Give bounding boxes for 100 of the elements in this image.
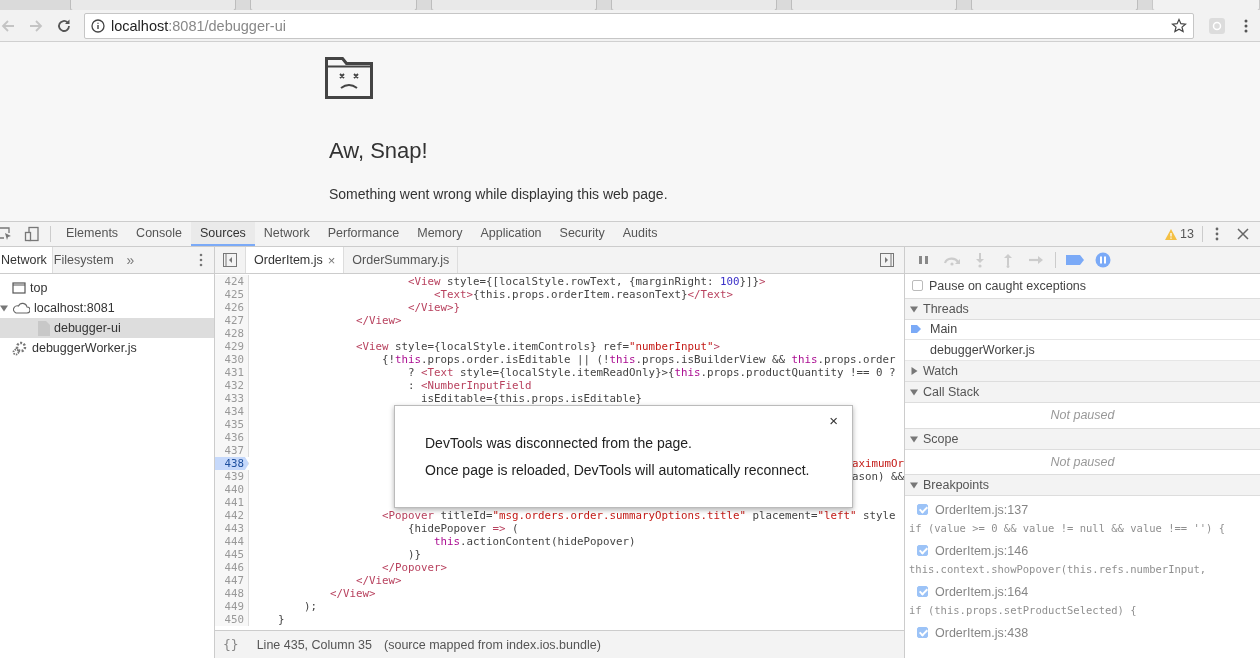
inspect-icon[interactable]: [0, 226, 12, 242]
line-number[interactable]: 438: [215, 457, 249, 470]
line-number[interactable]: 437: [215, 444, 249, 457]
line-number[interactable]: 450: [215, 613, 249, 626]
line-number[interactable]: 439: [215, 470, 249, 483]
sidebar-toggle-icon[interactable]: [223, 253, 237, 267]
line-number[interactable]: 446: [215, 561, 249, 574]
tree-item[interactable]: debugger-ui: [0, 318, 214, 338]
line-number[interactable]: 434: [215, 405, 249, 418]
navigator-tab[interactable]: Network: [0, 247, 53, 273]
line-number[interactable]: 444: [215, 535, 249, 548]
menu-icon[interactable]: [1213, 226, 1221, 242]
code-line: aximumOr: [852, 457, 904, 470]
browser-tab[interactable]: [1151, 0, 1260, 10]
dialog-message: Once page is reloaded, DevTools will automatically reconnect.: [425, 462, 810, 478]
panel-tab[interactable]: Network: [254, 222, 319, 246]
warning-icon[interactable]: [1165, 228, 1178, 240]
expand-arrow-icon[interactable]: [910, 304, 918, 313]
menu-icon[interactable]: [198, 252, 204, 268]
pause-on-exceptions-icon[interactable]: [1094, 252, 1112, 268]
code-line: ason) &&: [852, 470, 904, 483]
expand-arrow-icon[interactable]: [910, 388, 918, 397]
error-message: Something went wrong while displaying this web page.: [329, 186, 668, 202]
line-number[interactable]: 426: [215, 301, 249, 314]
sidebar-toggle-icon[interactable]: [880, 253, 894, 267]
line-number[interactable]: 429: [215, 340, 249, 353]
tree-item[interactable]: debuggerWorker.js: [0, 338, 214, 358]
close-tab-button[interactable]: ×: [327, 252, 336, 268]
line-number[interactable]: 448: [215, 587, 249, 600]
breakpoints-toggle-icon[interactable]: [1066, 252, 1084, 268]
line-number[interactable]: 449: [215, 600, 249, 613]
line-number[interactable]: 433: [215, 392, 249, 405]
thread-item[interactable]: Main: [905, 319, 1260, 341]
code-line: {hidePopover => (: [407, 522, 519, 535]
source-map-note: (source mapped from index.ios.bundle): [384, 637, 601, 652]
pretty-print-button[interactable]: {}: [223, 637, 239, 652]
code-line: {!this.props.order.isEditable || (!this.props.isBuilderView && this.props.order: [381, 353, 896, 366]
breakpoint-code: if (this.props.setProductSelected) {: [909, 602, 1138, 618]
more-tabs-button[interactable]: »: [118, 252, 143, 268]
expand-arrow-icon[interactable]: [910, 367, 918, 376]
browser-tab[interactable]: [70, 0, 237, 10]
tree-item[interactable]: top: [0, 278, 214, 298]
close-icon[interactable]: [1237, 228, 1249, 240]
line-number[interactable]: 445: [215, 548, 249, 561]
line-number[interactable]: 430: [215, 353, 249, 366]
line-number[interactable]: 427: [215, 314, 249, 327]
section-header[interactable]: Watch: [905, 361, 1260, 383]
browser-tab[interactable]: [430, 0, 597, 10]
browser-tab[interactable]: [610, 0, 777, 10]
expand-arrow-icon[interactable]: [0, 304, 8, 312]
section-header[interactable]: Call Stack: [905, 382, 1260, 404]
line-number[interactable]: 440: [215, 483, 249, 496]
line-number[interactable]: 442: [215, 509, 249, 522]
code-line: </View>: [355, 314, 402, 327]
back-icon[interactable]: [0, 17, 16, 34]
panel-tab[interactable]: Sources: [191, 222, 255, 246]
sad-folder-icon: [325, 57, 373, 99]
code-line: ? <Text style={localStyle.itemReadOnly}>{this.props.productQuantity !== 0 ?: [407, 366, 896, 379]
dialog-message: DevTools was disconnected from the page.: [425, 435, 692, 451]
error-title: Aw, Snap!: [329, 138, 428, 164]
panel-tab[interactable]: Performance: [318, 222, 409, 246]
file-tab[interactable]: OrderItem.js ×: [246, 247, 345, 273]
expand-arrow-icon[interactable]: [910, 434, 918, 443]
extension-icon[interactable]: [1208, 16, 1226, 35]
star-icon[interactable]: [1171, 17, 1187, 34]
line-number[interactable]: 425: [215, 288, 249, 301]
panel-tab[interactable]: Audits: [613, 222, 667, 246]
section-header[interactable]: Threads: [905, 298, 1260, 320]
close-button[interactable]: ×: [829, 412, 838, 429]
navigator-tab[interactable]: Filesystem: [52, 247, 119, 273]
panel-tab[interactable]: Elements: [57, 222, 128, 246]
forward-icon[interactable]: [28, 17, 44, 34]
frame-icon: [12, 282, 26, 294]
code-line: </Popover>: [381, 561, 447, 574]
section-header[interactable]: Scope: [905, 428, 1260, 450]
file-tab[interactable]: OrderSummary.js: [344, 247, 459, 273]
panel-tab[interactable]: Console: [127, 222, 191, 246]
tree-item[interactable]: localhost:8081: [0, 298, 214, 318]
info-icon[interactable]: [91, 18, 105, 33]
line-number[interactable]: 424: [215, 275, 249, 288]
code-line: </View>: [355, 574, 402, 587]
reload-icon[interactable]: [56, 17, 72, 34]
panel-tab[interactable]: Security: [550, 222, 614, 246]
line-number[interactable]: 443: [215, 522, 249, 535]
line-number[interactable]: 441: [215, 496, 249, 509]
line-number[interactable]: 436: [215, 431, 249, 444]
line-number[interactable]: 447: [215, 574, 249, 587]
line-number[interactable]: 428: [215, 327, 249, 340]
expand-arrow-icon[interactable]: [910, 481, 918, 490]
line-number[interactable]: 431: [215, 366, 249, 379]
device-icon[interactable]: [24, 226, 40, 242]
panel-tab[interactable]: Memory: [408, 222, 472, 246]
panel-tab[interactable]: Application: [471, 222, 551, 246]
pause-exceptions-checkbox[interactable]: Pause on caught exceptions: [905, 274, 1260, 299]
url-field[interactable]: localhost:8081/debugger-ui: [84, 12, 1194, 39]
browser-tab[interactable]: [791, 0, 958, 10]
line-number[interactable]: 432: [215, 379, 249, 392]
section-header[interactable]: Breakpoints: [905, 475, 1260, 496]
warning-count[interactable]: 13: [1180, 227, 1194, 241]
line-number[interactable]: 435: [215, 418, 249, 431]
